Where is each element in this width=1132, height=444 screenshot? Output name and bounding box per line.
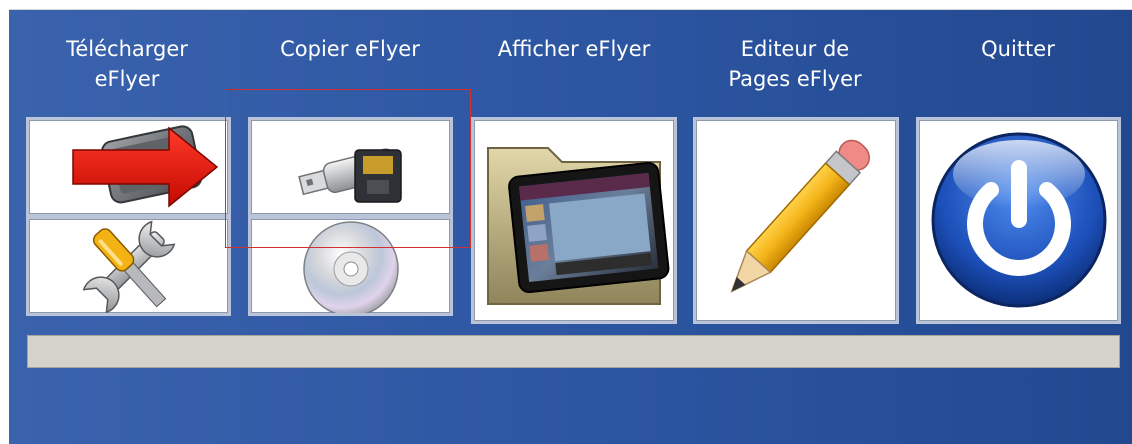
copy-button[interactable] <box>248 117 453 217</box>
download-button[interactable] <box>26 117 231 217</box>
editor-label: Editeur de Pages eFlyer <box>728 37 862 91</box>
page-editor-button[interactable] <box>693 117 899 324</box>
progress-bar <box>27 335 1120 368</box>
tools-wrench-screwdriver-icon <box>82 220 176 313</box>
folder-with-tablet-icon <box>487 147 670 305</box>
pencil-icon <box>730 139 871 293</box>
view-label: Afficher eFlyer <box>497 37 651 61</box>
usb-and-sd-card-icon <box>298 148 402 203</box>
device-with-red-arrow-icon <box>72 125 219 208</box>
quit-button[interactable] <box>916 117 1121 324</box>
cd-disc-icon <box>303 221 399 313</box>
burn-cd-button[interactable] <box>248 216 453 316</box>
quit-label: Quitter <box>981 37 1055 61</box>
download-label: Télécharger eFlyer <box>66 37 188 91</box>
view-button[interactable] <box>471 117 677 324</box>
settings-tools-button[interactable] <box>26 216 231 316</box>
power-button-icon <box>931 132 1107 308</box>
copy-label: Copier eFlyer <box>280 37 420 61</box>
